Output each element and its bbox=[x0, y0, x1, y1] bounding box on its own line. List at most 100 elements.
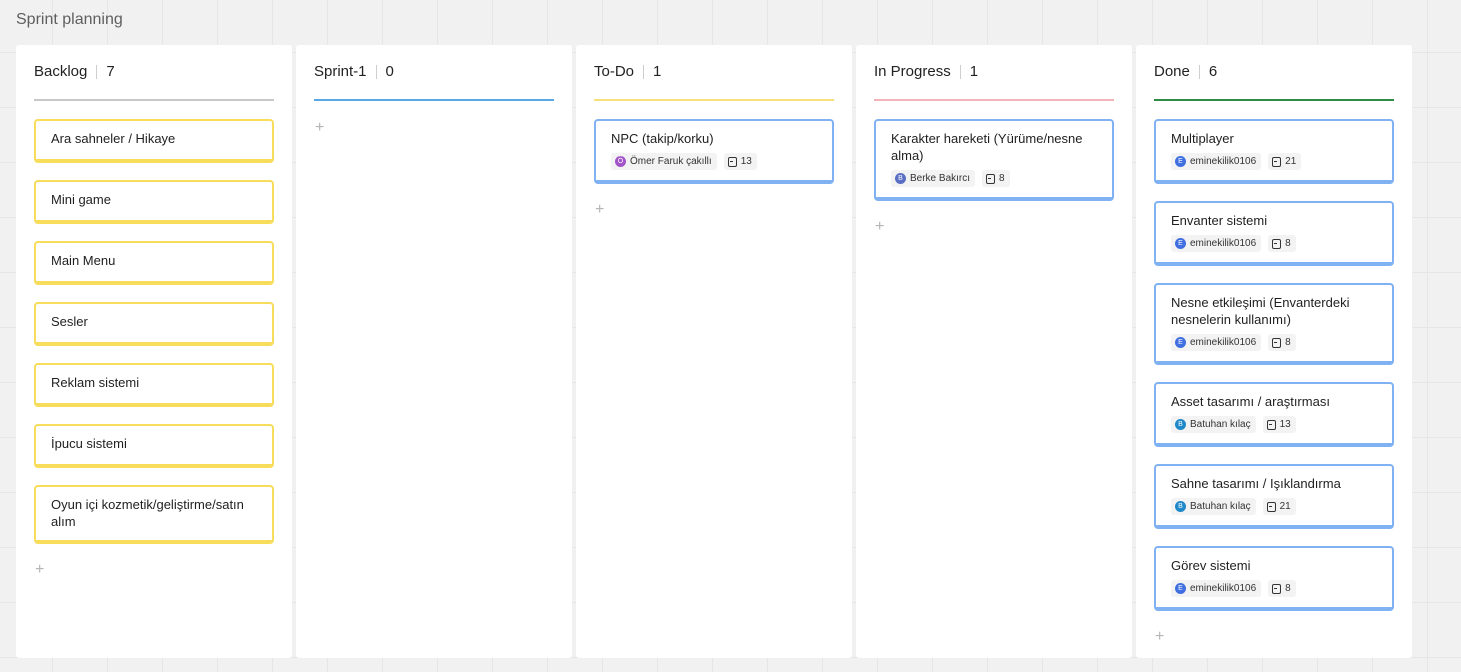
column-count: 1 bbox=[969, 63, 979, 80]
card-list: + bbox=[314, 119, 554, 137]
column-name: In Progress bbox=[874, 63, 951, 80]
assignee-name: eminekilik0106 bbox=[1190, 238, 1257, 249]
estimate-icon bbox=[1272, 583, 1282, 594]
column-count: 0 bbox=[385, 63, 394, 80]
story-points: 8 bbox=[999, 173, 1005, 184]
assignee-chip[interactable]: B Batuhan kılaç bbox=[1171, 498, 1256, 515]
estimate-icon bbox=[1266, 419, 1276, 430]
assignee-name: Batuhan kılaç bbox=[1190, 419, 1251, 430]
header-divider bbox=[959, 64, 961, 79]
header-divider bbox=[96, 64, 98, 79]
avatar: Ö bbox=[615, 156, 626, 167]
card-title: Mini game bbox=[51, 192, 111, 207]
card-meta: B Batuhan kılaç 21 bbox=[1171, 498, 1377, 515]
card-title: Envanter sistemi bbox=[1171, 213, 1268, 228]
task-card[interactable]: Envanter sistemi Eeminekilik0106 8 bbox=[1154, 201, 1394, 266]
estimate-icon bbox=[727, 156, 737, 167]
assignee-chip[interactable]: Eeminekilik0106 bbox=[1171, 334, 1262, 351]
task-card[interactable]: Nesne etkileşimi (Envanterdeki nesneleri… bbox=[1154, 283, 1394, 365]
story-points-chip[interactable]: 8 bbox=[982, 170, 1010, 187]
story-points-chip[interactable]: 21 bbox=[1262, 498, 1296, 515]
column-color-rule bbox=[874, 99, 1114, 101]
task-card[interactable]: NPC (takip/korku) Ö Ömer Faruk çakıllı 13 bbox=[594, 119, 834, 184]
column-header[interactable]: Done 6 bbox=[1154, 63, 1394, 80]
task-card[interactable]: Karakter hareketi (Yürüme/nesne alma) B Be… bbox=[874, 119, 1114, 201]
column-to-do: To-Do 1 NPC (takip/korku) Ö Ömer Faruk çakıl… bbox=[576, 45, 852, 658]
avatar: E bbox=[1175, 156, 1186, 167]
estimate-icon bbox=[1266, 501, 1276, 512]
assignee-chip[interactable]: B Batuhan kılaç bbox=[1171, 416, 1256, 433]
estimate-icon bbox=[1272, 337, 1282, 348]
column-header[interactable]: In Progress 1 bbox=[874, 63, 1114, 80]
column-header[interactable]: To-Do 1 bbox=[594, 63, 834, 80]
assignee-chip[interactable]: B Berke Bakırcı bbox=[891, 170, 976, 187]
assignee-name: Batuhan kılaç bbox=[1190, 501, 1251, 512]
column-name: To-Do bbox=[594, 63, 635, 80]
column-name: Done bbox=[1154, 63, 1190, 80]
sticky-card[interactable]: Mini game bbox=[34, 180, 274, 224]
add-card-button[interactable]: + bbox=[875, 219, 884, 235]
story-points: 21 bbox=[1285, 156, 1297, 167]
task-card[interactable]: Multiplayer Eeminekilik0106 21 bbox=[1154, 119, 1394, 184]
task-card[interactable]: Asset tasarımı / araştırması B Batuhan kıl… bbox=[1154, 382, 1394, 447]
column-header[interactable]: Backlog 7 bbox=[34, 63, 274, 80]
story-points-chip[interactable]: 21 bbox=[1268, 153, 1302, 170]
story-points: 13 bbox=[740, 156, 752, 167]
assignee-name: Ömer Faruk çakıllı bbox=[630, 156, 712, 167]
assignee-chip[interactable]: Ö Ömer Faruk çakıllı bbox=[611, 153, 717, 170]
card-title: Oyun içi kozmetik/geliştirme/satın alım bbox=[51, 497, 244, 529]
story-points-chip[interactable]: 13 bbox=[723, 153, 757, 170]
card-title: Reklam sistemi bbox=[51, 375, 140, 390]
column-sprint-1: Sprint-1 0 + bbox=[296, 45, 572, 658]
board-title: Sprint planning bbox=[16, 11, 123, 28]
sticky-card[interactable]: Main Menu bbox=[34, 241, 274, 285]
sticky-card[interactable]: İpucu sistemi bbox=[34, 424, 274, 468]
story-points-chip[interactable]: 8 bbox=[1268, 334, 1296, 351]
header-divider bbox=[1198, 64, 1200, 79]
column-in-progress: In Progress 1 Karakter hareketi (Yürüme/ne… bbox=[856, 45, 1132, 658]
add-card-button[interactable]: + bbox=[35, 562, 44, 578]
story-points: 21 bbox=[1279, 501, 1291, 512]
add-card-button[interactable]: + bbox=[315, 120, 324, 136]
story-points-chip[interactable]: 8 bbox=[1268, 235, 1296, 252]
estimate-icon bbox=[1272, 156, 1282, 167]
task-card[interactable]: Sahne tasarımı / Işıklandırma B Batuhan kı… bbox=[1154, 464, 1394, 529]
card-meta: Eeminekilik0106 8 bbox=[1171, 334, 1377, 351]
avatar: B bbox=[895, 173, 906, 184]
assignee-chip[interactable]: Eeminekilik0106 bbox=[1171, 153, 1262, 170]
assignee-chip[interactable]: Eeminekilik0106 bbox=[1171, 235, 1262, 252]
assignee-name: Berke Bakırcı bbox=[910, 173, 971, 184]
column-name: Sprint-1 bbox=[314, 63, 367, 80]
estimate-icon bbox=[1272, 238, 1282, 249]
story-points: 8 bbox=[1285, 583, 1291, 594]
card-title: Görev sistemi bbox=[1171, 558, 1251, 573]
story-points-chip[interactable]: 8 bbox=[1268, 580, 1296, 597]
story-points: 8 bbox=[1285, 238, 1291, 249]
column-header[interactable]: Sprint-1 0 bbox=[314, 63, 554, 80]
card-title: NPC (takip/korku) bbox=[611, 131, 714, 146]
card-list: NPC (takip/korku) Ö Ömer Faruk çakıllı 13 + bbox=[594, 119, 834, 219]
card-title: Ara sahneler / Hikaye bbox=[51, 131, 176, 146]
column-backlog: Backlog 7 Ara sahneler / Hikaye Mini game Ma… bbox=[16, 45, 292, 658]
card-list: Ara sahneler / Hikaye Mini game Main Menu S… bbox=[34, 119, 274, 579]
add-card-button[interactable]: + bbox=[595, 202, 604, 218]
card-title: Main Menu bbox=[51, 253, 116, 268]
sticky-card[interactable]: Ara sahneler / Hikaye bbox=[34, 119, 274, 163]
card-title: Karakter hareketi (Yürüme/nesne alma) bbox=[891, 131, 1083, 163]
avatar: E bbox=[1175, 238, 1186, 249]
column-count: 7 bbox=[106, 63, 115, 80]
sticky-card[interactable]: Sesler bbox=[34, 302, 274, 346]
card-title: Asset tasarımı / araştırması bbox=[1171, 394, 1330, 409]
card-meta: Eeminekilik0106 21 bbox=[1171, 153, 1377, 170]
card-meta: Eeminekilik0106 8 bbox=[1171, 580, 1377, 597]
assignee-name: eminekilik0106 bbox=[1190, 337, 1257, 348]
task-card[interactable]: Görev sistemi Eeminekilik0106 8 bbox=[1154, 546, 1394, 611]
assignee-chip[interactable]: Eeminekilik0106 bbox=[1171, 580, 1262, 597]
add-card-button[interactable]: + bbox=[1155, 629, 1164, 645]
estimate-icon bbox=[986, 173, 996, 184]
sticky-card[interactable]: Reklam sistemi bbox=[34, 363, 274, 407]
sticky-card[interactable]: Oyun içi kozmetik/geliştirme/satın alım bbox=[34, 485, 274, 544]
card-list: Multiplayer Eeminekilik0106 21 Envanter sis… bbox=[1154, 119, 1394, 646]
story-points-chip[interactable]: 13 bbox=[1262, 416, 1296, 433]
column-count: 6 bbox=[1208, 63, 1218, 80]
